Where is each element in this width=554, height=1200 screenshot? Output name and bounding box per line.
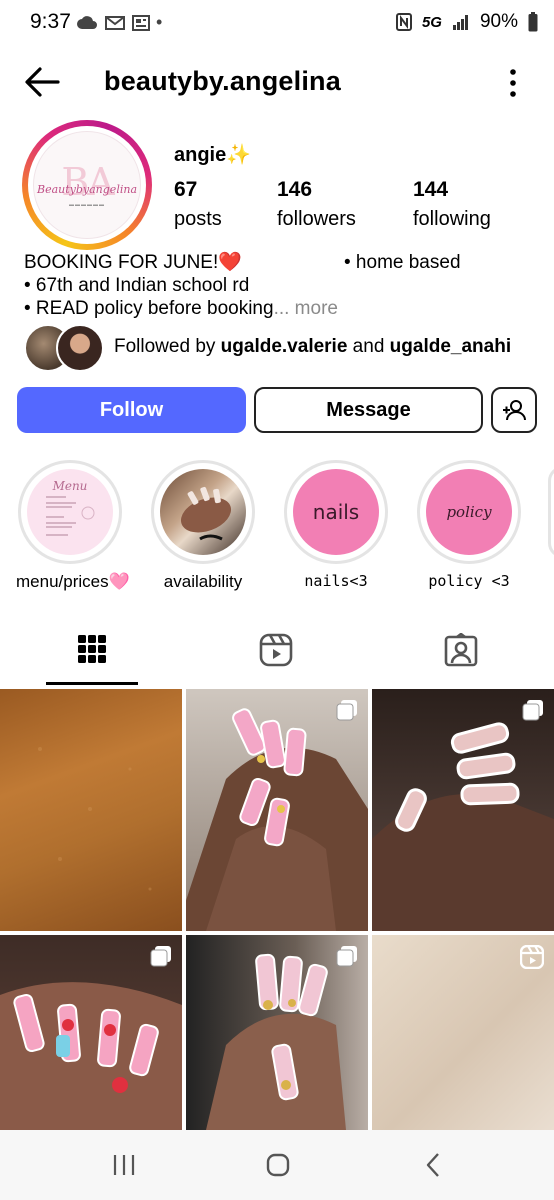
avatar-logo: BA Beautybyangelina ▬▬▬▬▬▬ — [33, 131, 141, 239]
profile-avatar[interactable]: BA Beautybyangelina ▬▬▬▬▬▬ — [22, 120, 152, 250]
carousel-icon — [522, 700, 543, 721]
back-arrow-icon[interactable] — [22, 64, 62, 100]
android-nav-bar — [0, 1130, 554, 1200]
network-type: 5G — [421, 13, 442, 31]
highlight-menu-label: menu/prices🩷 — [16, 572, 130, 591]
status-time: 9:37 — [30, 10, 71, 33]
highlight-availability[interactable]: availability — [149, 460, 257, 592]
followed-by-prefix: Followed by — [114, 336, 221, 357]
suggested-users-button[interactable] — [491, 387, 537, 433]
highlight-nails-label: nails<3 — [304, 572, 368, 590]
add-person-icon — [503, 400, 526, 421]
highlight-more-partial[interactable] — [548, 466, 554, 558]
stat-followers-count: 146 — [277, 178, 313, 201]
bio-line-2: • 67th and Indian school rd — [24, 275, 250, 296]
stat-following-count: 144 — [413, 178, 449, 201]
mutual-avatar-2 — [56, 324, 104, 372]
reel-icon — [520, 945, 544, 969]
battery-icon — [528, 12, 538, 32]
stat-following[interactable]: 144 following — [413, 178, 491, 231]
mutual-user-2[interactable]: ugalde_anahi — [390, 336, 511, 357]
message-button[interactable]: Message — [254, 387, 483, 433]
highlight-availability-label: availability — [163, 572, 243, 591]
highlight-nails-text: nails — [312, 500, 360, 524]
highlight-policy-text: policy — [446, 503, 492, 521]
logo-subtext: ▬▬▬▬▬▬ — [69, 201, 105, 208]
stat-followers[interactable]: 146 followers — [277, 178, 356, 231]
gmail-icon — [105, 15, 125, 30]
battery-percent: 90% — [479, 11, 518, 32]
status-bar: 9:37 • 5G 90% — [0, 0, 554, 46]
selected-tab-indicator — [46, 682, 138, 685]
followed-by-joiner: and — [347, 336, 390, 357]
bio-line-1: BOOKING FOR JUNE!❤️ — [24, 252, 242, 273]
grid-icon[interactable] — [77, 634, 107, 664]
hand-nails-image — [180, 486, 232, 541]
availability-photo — [160, 469, 246, 555]
highlight-menu-prices[interactable]: Menu menu/prices🩷 — [16, 460, 130, 592]
stat-posts[interactable]: 67 posts — [174, 178, 222, 231]
bio-line-1b: • home based — [344, 252, 461, 273]
dot-icon: • — [156, 12, 163, 32]
nfc-icon — [395, 13, 412, 31]
cloud-icon — [77, 15, 97, 29]
stat-followers-label: followers — [277, 208, 356, 230]
bio-more-link[interactable]: ... more — [274, 298, 338, 319]
stat-posts-label: posts — [174, 208, 222, 230]
follow-button[interactable]: Follow — [17, 387, 246, 433]
profile-username: beautyby.angelina — [104, 66, 341, 96]
home-icon[interactable] — [266, 1153, 290, 1177]
signal-icon — [452, 15, 468, 30]
logo-script: Beautybyangelina — [37, 182, 137, 196]
highlight-policy[interactable]: policy policy <3 — [415, 460, 523, 590]
mutual-followers-avatars[interactable] — [24, 324, 104, 372]
reels-icon[interactable] — [259, 633, 293, 667]
notification-icons: • — [76, 12, 162, 33]
post-tile-1[interactable] — [0, 689, 182, 931]
highlight-policy-label: policy <3 — [428, 572, 510, 590]
more-options-icon[interactable] — [508, 68, 518, 98]
system-icons: 5G 90% — [395, 11, 538, 33]
stat-posts-count: 67 — [174, 178, 198, 201]
tagged-icon[interactable] — [444, 633, 478, 667]
post-image-skin — [38, 747, 152, 891]
back-nav-icon[interactable] — [424, 1152, 442, 1178]
bio-line-3[interactable]: • READ policy before booking... more — [24, 297, 338, 320]
news-icon — [132, 14, 150, 31]
mutual-user-1[interactable]: ugalde.valerie — [221, 336, 348, 357]
menu-lines-icon — [46, 496, 95, 536]
post-image-nails-pink — [186, 708, 368, 931]
highlight-nails[interactable]: nails nails<3 — [282, 460, 390, 590]
recent-apps-icon[interactable] — [112, 1154, 136, 1176]
profile-tabs — [0, 620, 554, 686]
carousel-icon — [336, 946, 357, 967]
carousel-icon — [336, 700, 357, 721]
display-name: angie✨ — [174, 144, 252, 166]
highlight-menu-text: Menu — [52, 479, 88, 493]
post-image-french-nails — [372, 722, 554, 931]
post-tile-3[interactable] — [372, 689, 554, 931]
carousel-icon — [150, 946, 171, 967]
followed-by-text[interactable]: Followed by ugalde.valerie and ugalde_an… — [114, 336, 511, 358]
post-tile-2[interactable] — [186, 689, 368, 931]
stat-following-label: following — [413, 208, 491, 230]
bio-line-3-text: • READ policy before booking — [24, 298, 274, 319]
